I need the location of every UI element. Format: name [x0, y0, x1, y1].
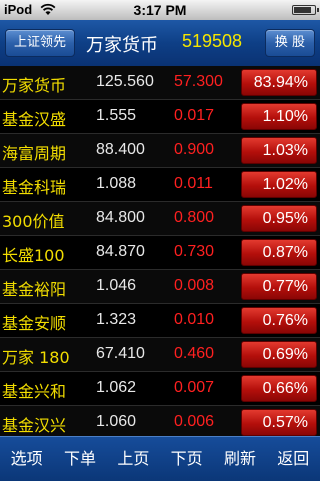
fund-row[interactable]: 300价值 84.800 0.800 0.95% — [0, 202, 320, 236]
fund-row[interactable]: 基金汉盛 1.555 0.017 1.10% — [0, 100, 320, 134]
fund-change-percent: 0.66% — [241, 375, 317, 402]
fund-change-percent: 0.77% — [241, 273, 317, 300]
fund-row[interactable]: 长盛100 84.870 0.730 0.87% — [0, 236, 320, 270]
fund-name: 海富周期 — [2, 144, 67, 163]
fund-row[interactable]: 海富周期 88.400 0.900 1.03% — [0, 134, 320, 168]
order-tab[interactable]: 下单 — [53, 437, 106, 481]
fund-price: 88.400 — [96, 141, 145, 158]
fund-name: 300价值 — [2, 212, 65, 231]
fund-row[interactable]: 基金汉兴 1.060 0.006 0.57% — [0, 406, 320, 436]
fund-name: 万家货币 — [2, 76, 67, 95]
fund-list: 万家货币 125.560 57.300 83.94% 基金汉盛 1.555 0.017 1.1… — [0, 66, 320, 436]
fund-name: 基金裕阳 — [2, 280, 67, 299]
fund-name: 长盛100 — [2, 246, 65, 265]
fund-change: 0.007 — [174, 379, 215, 396]
fund-price: 1.060 — [96, 413, 137, 430]
fund-change-percent: 83.94% — [241, 69, 317, 96]
fund-price: 84.870 — [96, 243, 145, 260]
fund-price: 1.046 — [96, 277, 137, 294]
fund-change-percent: 1.10% — [241, 103, 317, 130]
fund-change-percent: 1.02% — [241, 171, 317, 198]
fund-price: 84.800 — [96, 209, 145, 226]
fund-price: 125.560 — [96, 73, 154, 90]
fund-name-title: 万家货币 — [86, 35, 158, 56]
fund-price: 1.062 — [96, 379, 137, 396]
fund-change: 0.017 — [174, 107, 215, 124]
fund-change: 0.008 — [174, 277, 215, 294]
fund-name: 基金科瑞 — [2, 178, 67, 197]
nav-bar: 上证领先 万家货币 519508 换 股 — [0, 20, 320, 67]
fund-name: 基金安顺 — [2, 314, 67, 333]
fund-code-title: 519508 — [182, 31, 243, 51]
fund-change-percent: 0.95% — [241, 205, 317, 232]
back-tab[interactable]: 返回 — [267, 437, 320, 481]
refresh-tab[interactable]: 刷新 — [213, 437, 266, 481]
bottom-toolbar: 选项 下单 上页 下页 刷新 返回 — [0, 436, 320, 481]
prev-page-tab[interactable]: 上页 — [107, 437, 160, 481]
fund-change-percent: 1.03% — [241, 137, 317, 164]
fund-change: 57.300 — [174, 73, 223, 90]
fund-name: 基金汉盛 — [2, 110, 67, 129]
clock: 3:17 PM — [133, 2, 187, 18]
fund-change: 0.730 — [174, 243, 215, 260]
fund-row[interactable]: 万家货币 125.560 57.300 83.94% — [0, 66, 320, 100]
status-bar: iPod 3:17 PM — [0, 0, 320, 20]
market-lead-button[interactable]: 上证领先 — [5, 29, 75, 57]
fund-name: 万家 180 — [2, 348, 70, 367]
fund-price: 1.555 — [96, 107, 137, 124]
fund-change-percent: 0.57% — [241, 409, 317, 436]
switch-stock-button[interactable]: 换 股 — [265, 29, 315, 57]
fund-change: 0.460 — [174, 345, 215, 362]
fund-change: 0.800 — [174, 209, 215, 226]
fund-change-percent: 0.87% — [241, 239, 317, 266]
fund-price: 67.410 — [96, 345, 145, 362]
fund-row[interactable]: 万家 180 67.410 0.460 0.69% — [0, 338, 320, 372]
fund-name: 基金兴和 — [2, 382, 67, 401]
fund-change-percent: 0.76% — [241, 307, 317, 334]
fund-change-percent: 0.69% — [241, 341, 317, 368]
fund-row[interactable]: 基金兴和 1.062 0.007 0.66% — [0, 372, 320, 406]
fund-row[interactable]: 基金安顺 1.323 0.010 0.76% — [0, 304, 320, 338]
fund-change: 0.011 — [174, 175, 213, 192]
fund-row[interactable]: 基金科瑞 1.088 0.011 1.02% — [0, 168, 320, 202]
fund-name: 基金汉兴 — [2, 416, 67, 435]
options-tab[interactable]: 选项 — [0, 437, 53, 481]
next-page-tab[interactable]: 下页 — [160, 437, 213, 481]
fund-price: 1.323 — [96, 311, 137, 328]
battery-icon — [292, 5, 319, 15]
fund-change: 0.006 — [174, 413, 215, 430]
fund-price: 1.088 — [96, 175, 137, 192]
fund-change: 0.010 — [174, 311, 215, 328]
fund-change: 0.900 — [174, 141, 215, 158]
fund-row[interactable]: 基金裕阳 1.046 0.008 0.77% — [0, 270, 320, 304]
